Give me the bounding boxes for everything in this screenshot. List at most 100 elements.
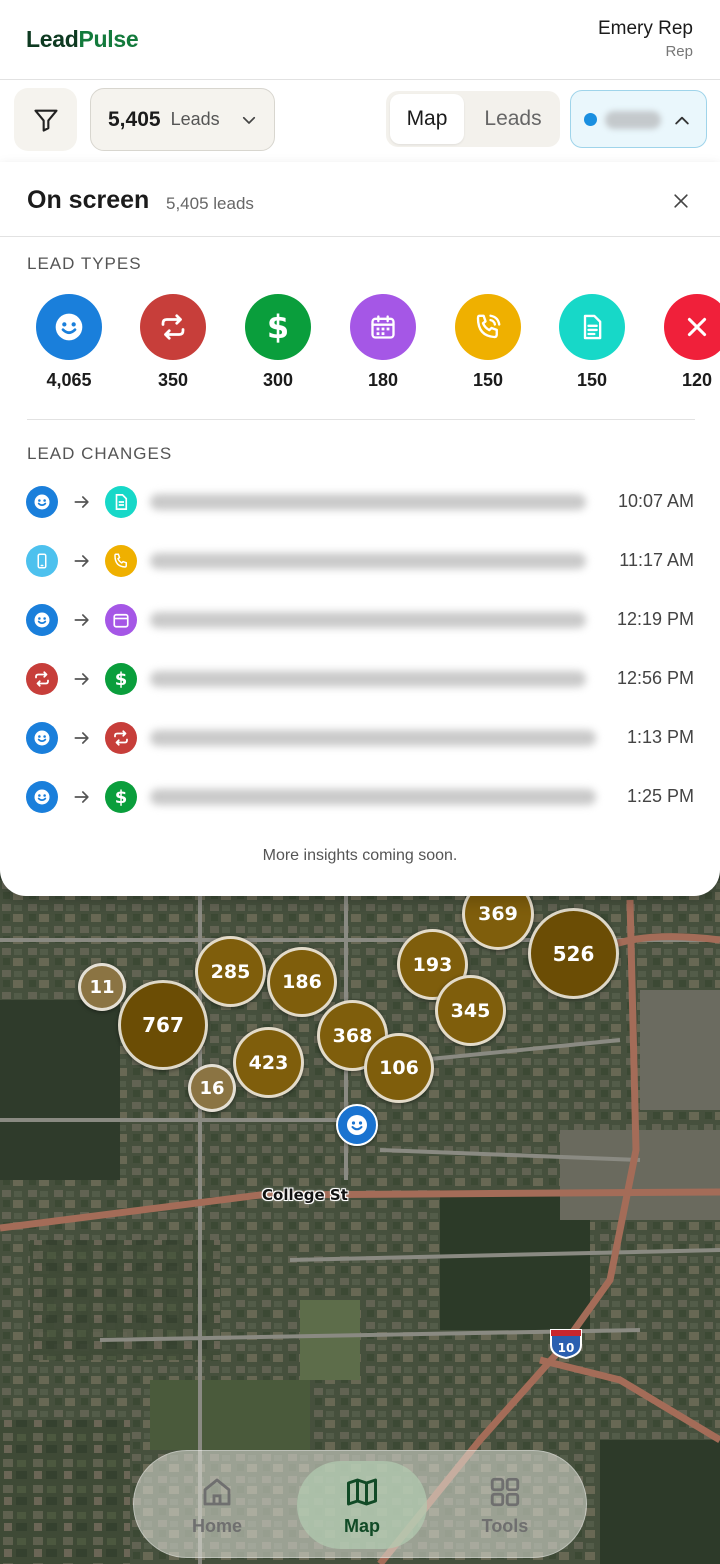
redacted-team-name <box>605 111 661 129</box>
chevron-up-icon <box>675 116 689 125</box>
calendar-icon <box>105 604 137 636</box>
lead-types-heading: LEAD TYPES <box>27 254 142 273</box>
change-time: 1:25 PM <box>626 786 694 806</box>
lead-type-count: 150 <box>472 370 504 390</box>
nav-map-label: Map <box>344 1515 380 1536</box>
phone-icon <box>455 294 521 360</box>
redacted-address <box>150 730 596 746</box>
leads-count: 5,405 <box>108 107 161 131</box>
dollar-icon: $ <box>105 663 137 695</box>
lead-changes-heading: LEAD CHANGES <box>27 444 173 463</box>
lead-types-strip[interactable]: 4,065 350 $ 300 180 150 150 120 <box>0 294 720 394</box>
nav-home-label: Home <box>191 1515 242 1536</box>
arrow-right-icon <box>74 555 89 567</box>
lead-type-count: 4,065 <box>46 370 92 390</box>
redacted-address <box>150 553 586 569</box>
change-time: 1:13 PM <box>626 727 694 747</box>
nav-home[interactable]: Home <box>152 1461 282 1549</box>
status-dot <box>584 113 597 126</box>
smiley-icon <box>26 722 58 754</box>
smiley-icon <box>347 1115 367 1135</box>
arrow-right-icon <box>74 673 89 685</box>
lead-type-count: 350 <box>157 370 189 390</box>
lead-cluster[interactable]: 423 <box>233 1027 304 1098</box>
lead-cluster[interactable]: 345 <box>435 975 506 1046</box>
lead-type-item[interactable]: 4,065 <box>24 294 114 394</box>
lead-cluster[interactable]: 16 <box>188 1064 236 1112</box>
document-icon <box>559 294 625 360</box>
leads-label: Leads <box>170 109 220 129</box>
on-screen-panel: On screen 5,405 leads LEAD TYPES 4,065 3… <box>0 162 720 896</box>
lead-change-row[interactable]: 1:13 PM <box>0 718 720 758</box>
leads-count-dropdown[interactable]: 5,405 Leads <box>90 88 275 151</box>
nav-tools-label: Tools <box>481 1515 529 1536</box>
mobile-icon <box>26 545 58 577</box>
lead-type-item[interactable]: 180 <box>338 294 428 394</box>
divider <box>0 236 720 237</box>
redacted-address <box>150 612 586 628</box>
divider <box>27 419 695 420</box>
bottom-navigation: Home Map Tools <box>133 1450 587 1558</box>
lead-cluster[interactable]: 285 <box>195 936 266 1007</box>
nav-tools[interactable]: Tools <box>440 1461 570 1549</box>
lead-type-item[interactable]: 150 <box>443 294 533 394</box>
repeat-icon <box>105 722 137 754</box>
arrow-right-icon <box>74 614 89 626</box>
lead-change-row[interactable]: 11:17 AM <box>0 541 720 581</box>
nav-map[interactable]: Map <box>297 1461 427 1549</box>
change-time: 12:19 PM <box>616 609 694 629</box>
repeat-icon <box>140 294 206 360</box>
arrow-right-icon <box>74 732 89 744</box>
lead-change-row[interactable]: $ 1:25 PM <box>0 777 720 817</box>
redacted-address <box>150 671 586 687</box>
lead-type-item[interactable]: $ 300 <box>233 294 323 394</box>
toolbar: 5,405 Leads Map Leads <box>0 80 720 162</box>
lead-type-item[interactable]: 120 <box>652 294 720 394</box>
dollar-icon: $ <box>105 781 137 813</box>
redacted-address <box>150 494 586 510</box>
lead-cluster[interactable]: 526 <box>528 908 619 999</box>
street-label: College St <box>262 1186 348 1204</box>
lead-type-count: 120 <box>681 370 713 390</box>
lead-cluster[interactable]: 186 <box>267 947 337 1017</box>
lead-type-count: 300 <box>262 370 294 390</box>
phone-icon <box>105 545 137 577</box>
change-time: 11:17 AM <box>619 550 694 570</box>
repeat-icon <box>26 663 58 695</box>
change-time: 12:56 PM <box>616 668 694 688</box>
team-selector-dropdown[interactable] <box>570 90 707 148</box>
lead-change-row[interactable]: 10:07 AM <box>0 482 720 522</box>
calendar-icon <box>350 294 416 360</box>
insights-footer: More insights coming soon. <box>262 847 458 864</box>
dollar-icon: $ <box>245 294 311 360</box>
lead-cluster[interactable]: 767 <box>118 980 208 1070</box>
filter-button[interactable] <box>14 88 77 151</box>
filter-icon <box>33 109 58 132</box>
close-button[interactable] <box>668 188 694 214</box>
lead-type-item[interactable]: 350 <box>128 294 218 394</box>
map-icon <box>347 1478 377 1505</box>
lead-cluster[interactable]: 11 <box>78 963 126 1011</box>
close-icon <box>674 194 688 208</box>
smiley-icon <box>26 604 58 636</box>
tab-map[interactable]: Map <box>390 94 464 144</box>
lead-change-row[interactable]: $ 12:56 PM <box>0 659 720 699</box>
logo-text-lead: Lead <box>26 26 79 52</box>
lead-pin[interactable] <box>336 1104 378 1146</box>
arrow-right-icon <box>74 791 89 803</box>
x-icon <box>664 294 720 360</box>
redacted-address <box>150 789 596 805</box>
app-logo[interactable]: LeadPulse <box>26 26 139 53</box>
grid-icon <box>490 1477 520 1506</box>
user-name[interactable]: Emery Rep <box>598 18 693 40</box>
lead-cluster[interactable]: 106 <box>364 1033 434 1103</box>
logo-text-pulse: Pulse <box>78 26 139 52</box>
lead-type-item[interactable]: 150 <box>547 294 637 394</box>
lead-change-row[interactable]: 12:19 PM <box>0 600 720 640</box>
smiley-icon <box>26 486 58 518</box>
smiley-icon <box>26 781 58 813</box>
chevron-down-icon <box>242 116 256 124</box>
arrow-right-icon <box>74 496 89 508</box>
tab-leads[interactable]: Leads <box>470 94 556 144</box>
user-role: Rep <box>665 43 693 60</box>
